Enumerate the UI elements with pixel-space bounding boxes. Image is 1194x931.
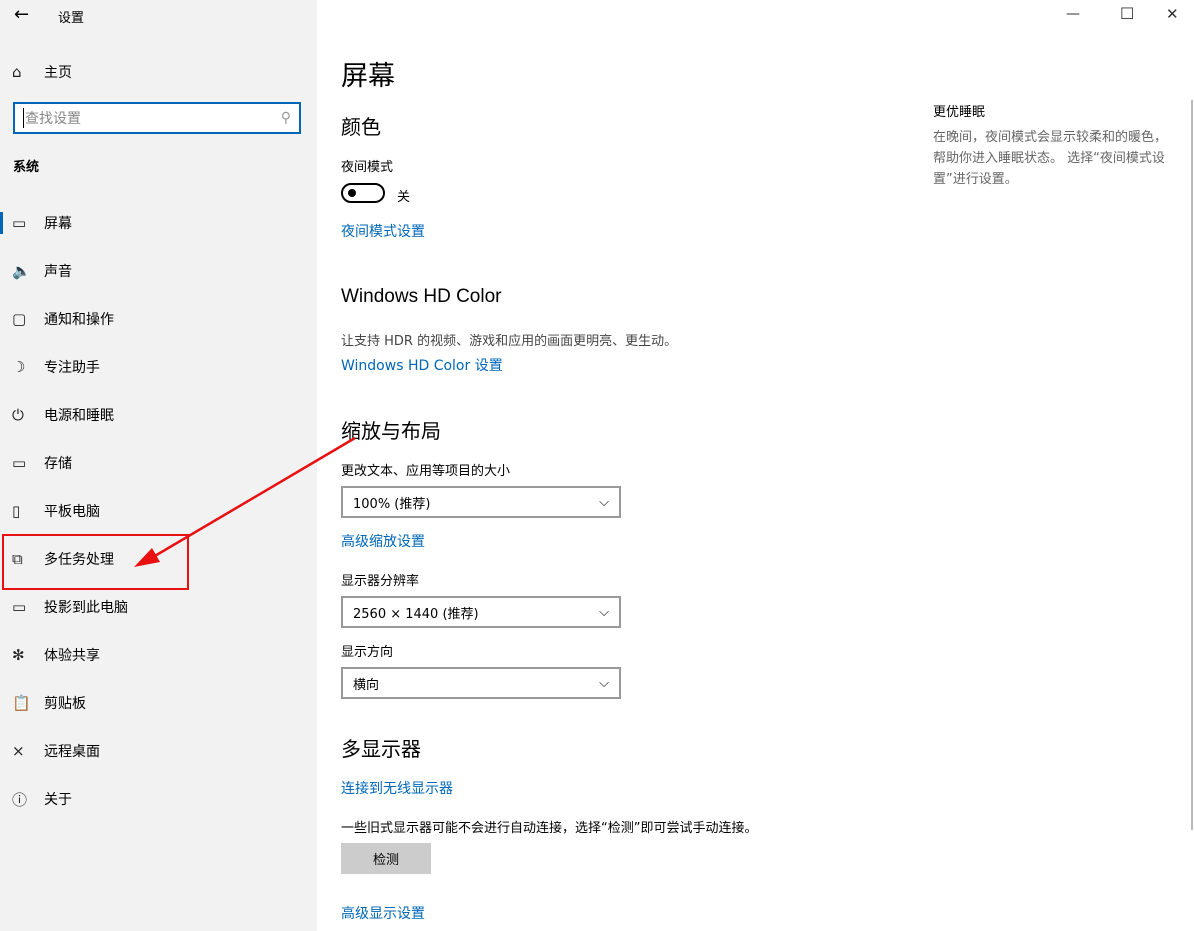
annotation-arrow bbox=[134, 436, 356, 567]
